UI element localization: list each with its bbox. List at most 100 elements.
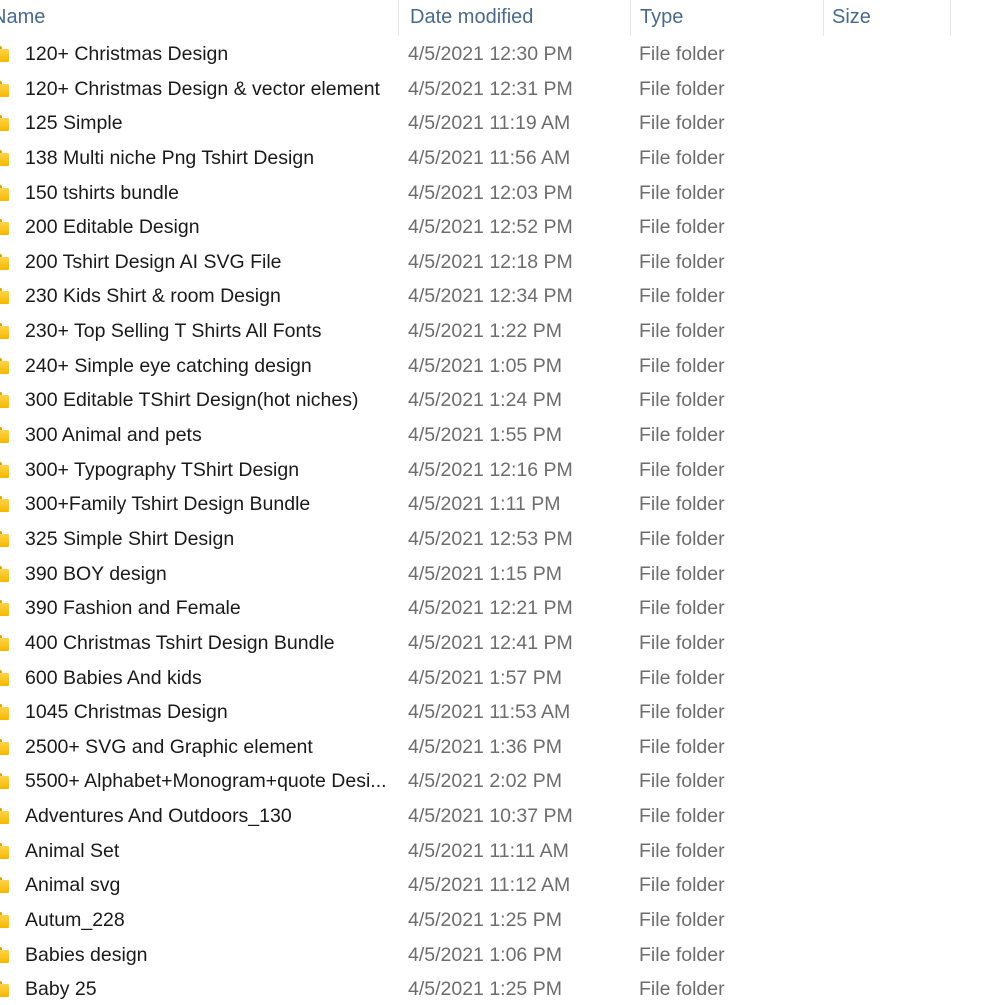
folder-icon (0, 565, 9, 582)
file-row[interactable]: Autum_228 4/5/2021 1:25 PM File folder (0, 903, 1005, 938)
folder-icon (0, 149, 9, 166)
file-size (832, 349, 952, 384)
folder-icon (0, 184, 9, 201)
column-header-type[interactable]: Type (640, 0, 820, 36)
file-row[interactable]: 230 Kids Shirt & room Design 4/5/2021 12:… (0, 279, 1005, 314)
file-row[interactable]: 120+ Christmas Design & vector element 4/… (0, 72, 1005, 107)
file-row[interactable]: 2500+ SVG and Graphic element 4/5/2021 1:… (0, 730, 1005, 765)
file-type: File folder (639, 43, 725, 65)
file-row[interactable]: 240+ Simple eye catching design 4/5/2021 … (0, 349, 1005, 384)
column-header-name[interactable]: Name (0, 0, 388, 36)
file-date-modified: 4/5/2021 1:11 PM (408, 493, 561, 516)
file-row[interactable]: 400 Christmas Tshirt Design Bundle 4/5/20… (0, 626, 1005, 661)
file-row[interactable]: 325 Simple Shirt Design 4/5/2021 12:53 PM… (0, 522, 1005, 557)
file-size (832, 418, 952, 453)
file-row[interactable]: Adventures And Outdoors_130 4/5/2021 10:3… (0, 799, 1005, 834)
file-row[interactable]: 300 Animal and pets 4/5/2021 1:55 PM File … (0, 418, 1005, 453)
column-header-size[interactable]: Size (832, 0, 947, 36)
file-name: 240+ Simple eye catching design (25, 354, 312, 377)
file-type: File folder (639, 874, 725, 897)
file-date-modified: 4/5/2021 1:55 PM (408, 424, 562, 447)
file-name: 1045 Christmas Design (25, 701, 228, 724)
folder-icon (0, 427, 9, 444)
file-row[interactable]: Animal svg 4/5/2021 11:12 AM File folder (0, 868, 1005, 903)
file-size (832, 764, 952, 799)
file-date-modified: 4/5/2021 12:21 PM (408, 597, 573, 620)
folder-icon (0, 219, 9, 236)
file-row[interactable]: 150 tshirts bundle 4/5/2021 12:03 PM File … (0, 176, 1005, 211)
file-row[interactable]: Animal Set 4/5/2021 11:11 AM File folder (0, 834, 1005, 869)
file-date-modified: 4/5/2021 1:36 PM (408, 735, 562, 758)
column-header-bar: ⌃ Name Date modified Type Size (0, 0, 1005, 36)
file-name: 138 Multi niche Png Tshirt Design (25, 146, 315, 169)
file-row[interactable]: 300 Editable TShirt Design(hot niches) 4/… (0, 383, 1005, 418)
file-row[interactable]: 200 Editable Design 4/5/2021 12:52 PM File… (0, 210, 1005, 245)
file-size (832, 141, 952, 176)
file-row[interactable]: 300+ Typography TShirt Design 4/5/2021 12… (0, 453, 1005, 488)
file-name: 300+ Typography TShirt Design (25, 458, 300, 481)
file-name: 150 tshirts bundle (25, 181, 179, 204)
file-row[interactable]: 600 Babies And kids 4/5/2021 1:57 PM File … (0, 661, 1005, 696)
file-name: 390 Fashion and Female (25, 597, 241, 620)
file-date-modified: 4/5/2021 12:53 PM (408, 527, 573, 550)
column-separator[interactable] (398, 0, 399, 36)
file-type: File folder (639, 181, 725, 204)
file-size (832, 176, 952, 211)
file-row[interactable]: 5500+ Alphabet+Monogram+quote Desi... 4/5… (0, 764, 1005, 799)
file-date-modified: 4/5/2021 1:15 PM (408, 562, 562, 585)
file-row[interactable]: Babies design 4/5/2021 1:06 PM File folder (0, 938, 1005, 973)
file-type: File folder (639, 701, 725, 724)
file-row[interactable]: 390 BOY design 4/5/2021 1:15 PM File folde… (0, 557, 1005, 592)
file-row[interactable]: 200 Tshirt Design AI SVG File 4/5/2021 12… (0, 245, 1005, 280)
file-date-modified: 4/5/2021 12:31 PM (408, 77, 573, 100)
file-type: File folder (639, 909, 725, 932)
file-size (832, 626, 952, 661)
file-type: File folder (639, 527, 725, 550)
file-date-modified: 4/5/2021 1:22 PM (408, 320, 562, 343)
file-date-modified: 4/5/2021 1:05 PM (408, 354, 562, 377)
file-row[interactable]: 138 Multi niche Png Tshirt Design 4/5/202… (0, 141, 1005, 176)
file-date-modified: 4/5/2021 2:02 PM (408, 770, 562, 793)
column-header-date-modified[interactable]: Date modified (410, 0, 625, 36)
file-type: File folder (639, 597, 725, 620)
folder-icon (0, 600, 9, 617)
file-size (832, 903, 952, 938)
file-explorer: ⌃ Name Date modified Type Size 120+ Chri… (0, 0, 1005, 1005)
file-date-modified: 4/5/2021 12:34 PM (408, 285, 573, 308)
folder-icon (0, 323, 9, 340)
column-separator[interactable] (630, 0, 631, 36)
file-type: File folder (639, 354, 725, 377)
file-date-modified: 4/5/2021 11:56 AM (408, 146, 571, 169)
file-type: File folder (639, 216, 725, 239)
file-name: 230+ Top Selling T Shirts All Fonts (25, 320, 322, 343)
column-separator[interactable] (950, 0, 951, 36)
file-size (832, 695, 952, 730)
folder-icon (0, 115, 9, 132)
file-type: File folder (639, 389, 725, 412)
file-row[interactable]: 230+ Top Selling T Shirts All Fonts 4/5/2… (0, 314, 1005, 349)
folder-icon (0, 808, 9, 825)
file-row[interactable]: 1045 Christmas Design 4/5/2021 11:53 AM Fi… (0, 695, 1005, 730)
file-type: File folder (639, 493, 725, 516)
file-row[interactable]: 120+ Christmas Design 4/5/2021 12:30 PM Fi… (0, 37, 1005, 72)
file-row[interactable]: 125 Simple 4/5/2021 11:19 AM File folder (0, 106, 1005, 141)
file-size (832, 591, 952, 626)
file-date-modified: 4/5/2021 12:18 PM (408, 250, 573, 273)
file-type: File folder (639, 978, 725, 1001)
column-separator[interactable] (823, 0, 824, 36)
folder-icon (0, 842, 9, 859)
folder-icon (0, 253, 9, 270)
file-row[interactable]: 390 Fashion and Female 4/5/2021 12:21 PM F… (0, 591, 1005, 626)
file-name: Animal svg (25, 874, 121, 897)
folder-icon (0, 912, 9, 929)
file-date-modified: 4/5/2021 10:37 PM (408, 805, 573, 828)
file-date-modified: 4/5/2021 1:25 PM (408, 909, 562, 932)
file-size (832, 972, 952, 1005)
folder-icon (0, 496, 9, 513)
file-row[interactable]: Baby 25 4/5/2021 1:25 PM File folder (0, 972, 1005, 1005)
file-row[interactable]: 300+Family Tshirt Design Bundle 4/5/2021 … (0, 487, 1005, 522)
file-type: File folder (639, 112, 725, 135)
file-size (832, 661, 952, 696)
file-size (832, 834, 952, 869)
folder-icon (0, 461, 9, 478)
